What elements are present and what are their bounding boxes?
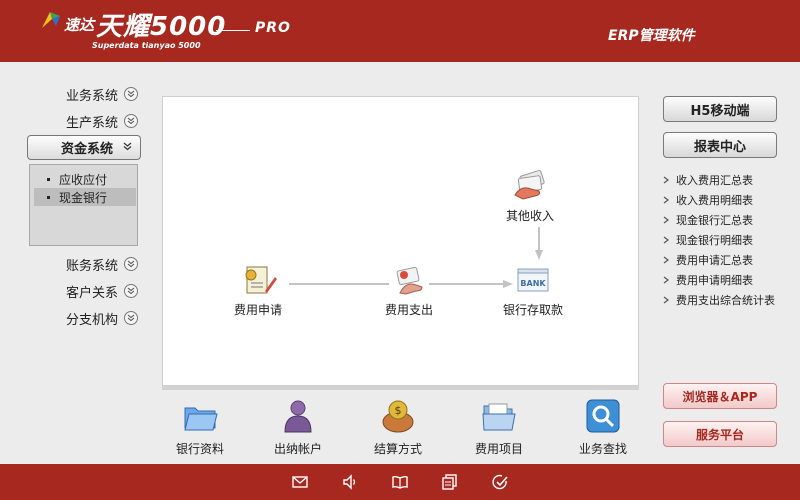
brand-subtitle: Superdata tianyao 5000 [92, 41, 201, 50]
submenu-item-label: 应收应付 [59, 172, 108, 187]
tool-expense-item[interactable]: 费用项目 [459, 398, 539, 457]
report-link[interactable]: 费用申请汇总表 [662, 251, 753, 269]
flow-node-label: 费用支出 [385, 303, 434, 317]
report-link-label: 费用申请汇总表 [676, 254, 753, 267]
search-icon [586, 399, 620, 433]
erp-title: ERP管理软件 [608, 28, 695, 44]
footer-bar [0, 464, 800, 500]
nav-item-accounting[interactable]: 账务系统 [30, 253, 138, 275]
tool-cashier-account[interactable]: 出纳帐户 [258, 398, 338, 457]
nav-item-label: 业务系统 [65, 88, 118, 104]
report-center-button[interactable]: 报表中心 [663, 132, 777, 158]
brand-pro: PRO [255, 20, 291, 36]
flow-connector [429, 283, 509, 285]
arrow-down-icon [535, 250, 543, 260]
book-icon[interactable] [391, 473, 409, 491]
money-bag-icon: $ [382, 400, 414, 433]
report-link[interactable]: 收入费用明细表 [662, 191, 753, 209]
nav-item-label: 资金系统 [60, 142, 113, 157]
report-link-label: 现金银行汇总表 [676, 214, 753, 227]
tool-business-search[interactable]: 业务查找 [563, 398, 643, 457]
chevron-right-icon [663, 216, 669, 224]
nav-item-label: 分支机构 [65, 312, 118, 328]
chevron-right-icon [663, 296, 669, 304]
service-platform-button[interactable]: 服务平台 [663, 421, 777, 447]
nav-item-label: 生产系统 [65, 115, 118, 131]
flow-node-expense-pay[interactable]: 费用支出 [385, 263, 433, 318]
speaker-icon[interactable] [341, 473, 359, 491]
nav-item-crm[interactable]: 客户关系 [30, 280, 138, 302]
flow-panel: 其他收入 费用申请 费用支出 BANK 银行存取款 [162, 96, 639, 386]
nav-item-label: 客户关系 [65, 285, 118, 301]
chevron-right-icon [663, 236, 669, 244]
flow-connector [289, 283, 389, 285]
folder-icon [184, 407, 218, 431]
check-icon[interactable] [491, 473, 509, 491]
report-link-label: 费用申请明细表 [676, 274, 753, 287]
flow-node-label: 费用申请 [234, 303, 283, 317]
report-link[interactable]: 费用支出综合统计表 [662, 291, 775, 309]
shortcut-bar: 银行资料 出纳帐户 $ 结算方式 费用项目 业务查找 [162, 390, 639, 464]
logo: 速达 天耀5000 PRO Superdata tianyao 5000 [40, 8, 290, 56]
h5-mobile-button[interactable]: H5移动端 [663, 96, 777, 122]
copy-icon[interactable] [441, 473, 459, 491]
chevron-down-icon [124, 87, 138, 101]
chevron-right-icon [663, 276, 669, 284]
report-link-label: 费用支出综合统计表 [676, 294, 775, 307]
submenu-item-receivable[interactable]: 应收应付 [34, 170, 136, 188]
report-link-label: 收入费用汇总表 [676, 174, 753, 187]
report-link-label: 收入费用明细表 [676, 194, 753, 207]
submenu-item-label: 现金银行 [59, 190, 108, 205]
tool-label: 出纳帐户 [273, 442, 322, 456]
flow-node-expense-apply[interactable]: 费用申请 [234, 263, 282, 318]
flow-node-other-income[interactable]: 其他收入 [506, 169, 554, 224]
tool-label: 业务查找 [578, 442, 627, 456]
flow-node-label: 其他收入 [506, 209, 555, 223]
flow-node-label: 银行存取款 [503, 303, 564, 317]
cash-hand-icon [514, 169, 545, 200]
tool-label: 费用项目 [474, 442, 523, 456]
tool-label: 结算方式 [373, 442, 422, 456]
chevron-down-icon [124, 311, 138, 325]
form-pen-icon [245, 266, 277, 294]
bank-text: BANK [520, 279, 546, 288]
folder-open-icon [482, 403, 516, 431]
bullet-icon [47, 177, 50, 181]
chevron-down-icon [124, 257, 138, 271]
nav-item-production[interactable]: 生产系统 [30, 110, 138, 132]
logo-mark-icon [42, 12, 60, 28]
tool-settlement[interactable]: $ 结算方式 [358, 398, 438, 457]
brand-divider [216, 30, 250, 31]
user-icon [284, 400, 312, 433]
brand-cn: 速达 [64, 16, 95, 34]
report-link[interactable]: 收入费用汇总表 [662, 171, 753, 189]
submenu-item-cash-bank[interactable]: 现金银行 [34, 188, 136, 206]
report-link-label: 现金银行明细表 [676, 234, 753, 247]
chevron-right-icon [663, 256, 669, 264]
flow-node-bank-deposit[interactable]: BANK 银行存取款 [503, 263, 563, 318]
nav-item-funds-active[interactable]: 资金系统 [27, 135, 141, 160]
tool-label: 银行资料 [175, 442, 224, 456]
report-link[interactable]: 费用申请明细表 [662, 271, 753, 289]
header-bar: 速达 天耀5000 PRO Superdata tianyao 5000 ERP… [0, 0, 800, 62]
nav-item-branch[interactable]: 分支机构 [30, 307, 138, 329]
svg-text:$: $ [395, 404, 402, 417]
tool-bank-info[interactable]: 银行资料 [160, 398, 240, 457]
browser-app-button[interactable]: 浏览器＆APP [663, 383, 777, 409]
bank-icon: BANK [517, 268, 549, 292]
chevron-down-icon [123, 140, 132, 155]
report-link[interactable]: 现金银行明细表 [662, 231, 753, 249]
chevron-down-icon [124, 114, 138, 128]
chevron-down-icon [124, 284, 138, 298]
chevron-right-icon [663, 196, 669, 204]
funds-submenu: 应收应付 现金银行 [29, 164, 138, 246]
payment-icon [396, 266, 423, 295]
mail-icon[interactable] [291, 473, 309, 491]
brand-main: 天耀5000 [96, 12, 227, 42]
nav-item-business[interactable]: 业务系统 [30, 83, 138, 105]
nav-item-label: 账务系统 [65, 258, 118, 274]
bullet-icon [47, 195, 50, 199]
chevron-right-icon [663, 176, 669, 184]
report-link[interactable]: 现金银行汇总表 [662, 211, 753, 229]
